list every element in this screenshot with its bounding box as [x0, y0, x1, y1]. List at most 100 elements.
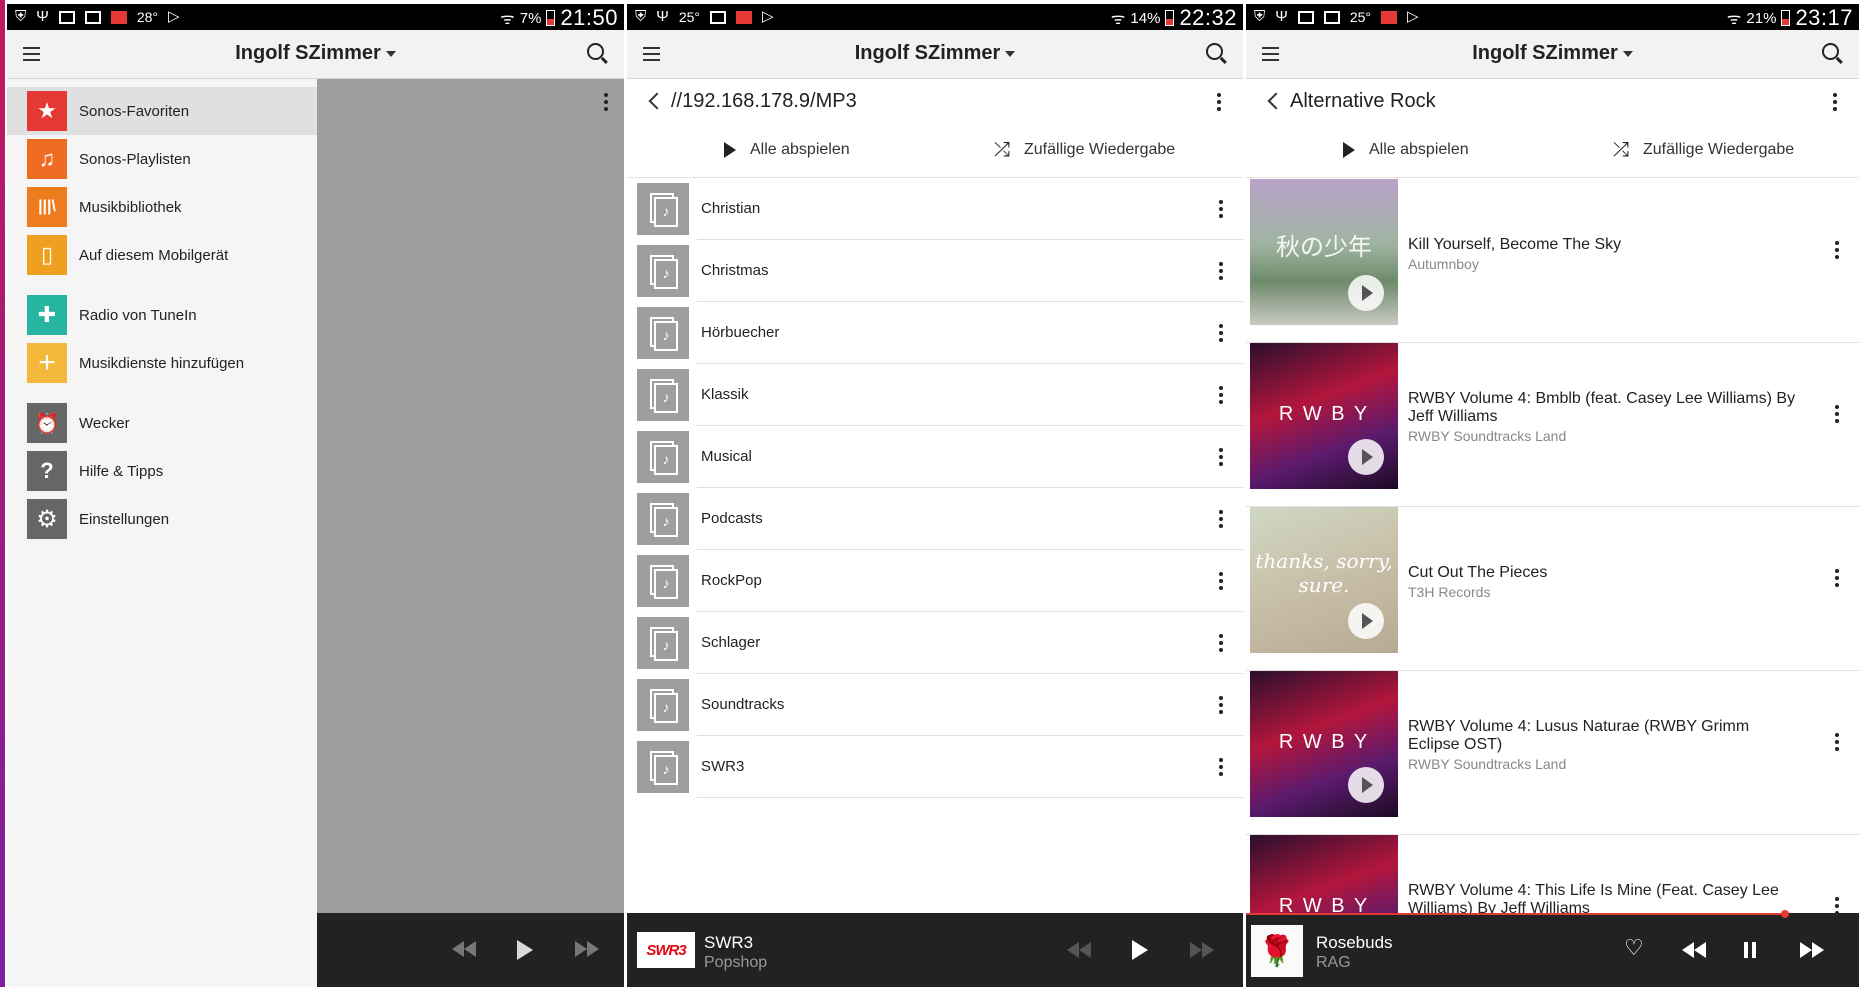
more-options-icon[interactable] [1217, 93, 1221, 111]
battery-percent: 21% [1746, 9, 1777, 27]
now-playing-bar [317, 913, 624, 987]
back-icon[interactable] [1267, 92, 1285, 110]
shuffle-button[interactable]: ⤮ Zufällige Wiedergabe [1613, 139, 1795, 161]
play-store-icon: ▷ [1406, 8, 1419, 25]
more-options-icon[interactable] [1835, 733, 1839, 751]
more-options-icon[interactable] [1835, 241, 1839, 259]
folder-icon: ♪ [637, 555, 689, 607]
folder-icon: ♪ [637, 741, 689, 793]
now-playing-bar[interactable]: 🌹 Rosebuds RAG ♡ [1246, 910, 1859, 987]
folder-row[interactable]: ♪ Christian [627, 178, 1243, 240]
folder-row[interactable]: ♪ Musical [627, 426, 1243, 488]
drawer-item-mobilgeraet[interactable]: ▯ Auf diesem Mobilgerät [7, 231, 317, 279]
play-store-icon: ▷ [167, 8, 180, 25]
temperature: 25° [678, 9, 700, 25]
play-button[interactable] [517, 940, 533, 960]
search-icon[interactable] [1206, 43, 1223, 60]
previous-button[interactable] [1067, 942, 1091, 958]
next-button[interactable] [575, 941, 599, 957]
folder-row[interactable]: ♪ Hörbuecher [627, 302, 1243, 364]
track-list: 秋の少年 Kill Yourself, Become The Sky Autum… [1246, 178, 1859, 913]
drawer-item-musikbibliothek[interactable]: |||\ Musikbibliothek [7, 183, 317, 231]
more-options-icon[interactable] [1219, 200, 1223, 218]
more-options-icon[interactable] [1835, 405, 1839, 423]
folder-row[interactable]: ♪ Christmas [627, 240, 1243, 302]
play-all-label: Alle abspielen [1369, 141, 1469, 158]
play-overlay-icon[interactable] [1348, 603, 1384, 639]
back-icon[interactable] [648, 92, 666, 110]
more-options-icon[interactable] [1833, 93, 1837, 111]
folder-row[interactable]: ♪ SWR3 [627, 736, 1243, 798]
drawer-item-sonos-playlisten[interactable]: ♫ Sonos-Playlisten [7, 135, 317, 183]
room-selector[interactable]: Ingolf SZimmer [627, 42, 1243, 65]
drawer-item-einstellungen[interactable]: ⚙ Einstellungen [7, 495, 317, 543]
image-icon [709, 10, 726, 24]
more-options-icon[interactable] [1835, 569, 1839, 587]
folder-row[interactable]: ♪ RockPop [627, 550, 1243, 612]
drawer-item-sonos-favoriten[interactable]: ★ Sonos-Favoriten [7, 87, 317, 135]
folder-row[interactable]: ♪ Schlager [627, 612, 1243, 674]
track-row[interactable]: R W B Y RWBY Volume 4: Lusus Naturae (RW… [1246, 670, 1859, 835]
folder-row[interactable]: ♪ Klassik [627, 364, 1243, 426]
play-overlay-icon[interactable] [1348, 275, 1384, 311]
album-art-text: R W B Y [1278, 731, 1370, 753]
shuffle-icon: ⤮ [1613, 139, 1629, 161]
clock: 22:32 [1179, 5, 1237, 30]
drawer-item-hilfe[interactable]: ? Hilfe & Tipps [7, 447, 317, 495]
folder-row[interactable]: ♪ Podcasts [627, 488, 1243, 550]
navigation-drawer: ★ Sonos-Favoriten ♫ Sonos-Playlisten |||… [7, 79, 317, 987]
room-selector[interactable]: Ingolf SZimmer [7, 42, 624, 65]
status-bar: ⛨ Ψ 28° ▷ ᯤ 7% 21:50 [7, 4, 624, 30]
status-bar: ⛨ Ψ 25° ▷ ᯤ 14% 22:32 [627, 4, 1243, 30]
pause-button[interactable] [1744, 942, 1756, 958]
more-options-icon[interactable] [1219, 262, 1223, 280]
play-all-button[interactable]: Alle abspielen [1343, 141, 1469, 159]
progress-handle[interactable] [1781, 910, 1790, 918]
heart-icon[interactable]: ♡ [1624, 935, 1644, 961]
more-options-icon[interactable] [1219, 510, 1223, 528]
more-options-icon[interactable] [1219, 572, 1223, 590]
more-options-icon[interactable] [1835, 897, 1839, 913]
library-icon: |||\ [27, 187, 67, 227]
folder-row[interactable]: ♪ Soundtracks [627, 674, 1243, 736]
play-all-button[interactable]: Alle abspielen [724, 141, 850, 159]
drawer-item-wecker[interactable]: ⏰ Wecker [7, 399, 317, 447]
play-overlay-icon[interactable] [1348, 767, 1384, 803]
more-options-icon[interactable] [1219, 448, 1223, 466]
search-icon[interactable] [587, 43, 604, 60]
more-options-icon[interactable] [1219, 696, 1223, 714]
more-options-icon[interactable] [1219, 634, 1223, 652]
now-playing-bar[interactable]: SWR3 SWR3 Popshop [627, 913, 1243, 987]
previous-button[interactable] [452, 941, 476, 957]
drawer-scrim[interactable] [317, 79, 624, 987]
drawer-item-tunein[interactable]: ✚ Radio von TuneIn [7, 291, 317, 339]
folder-icon: ♪ [637, 617, 689, 669]
drawer-item-label: Hilfe & Tipps [79, 462, 164, 480]
next-button[interactable] [1190, 942, 1214, 958]
progress-bar[interactable] [1246, 913, 1786, 915]
plus-icon: + [27, 343, 67, 383]
room-selector[interactable]: Ingolf SZimmer [1246, 42, 1859, 65]
track-row[interactable]: R W B Y RWBY Volume 4: This Life Is Mine… [1246, 834, 1859, 913]
play-overlay-icon[interactable] [1348, 439, 1384, 475]
drawer-item-musikdienste[interactable]: + Musikdienste hinzufügen [7, 339, 317, 387]
next-button[interactable] [1800, 942, 1824, 958]
track-row[interactable]: thanks, sorry, sure. Cut Out The Pieces … [1246, 506, 1859, 671]
search-icon[interactable] [1822, 43, 1839, 60]
shuffle-button[interactable]: ⤮ Zufällige Wiedergabe [994, 140, 1175, 160]
more-options-icon[interactable] [1219, 386, 1223, 404]
shield-icon: ⛨ [15, 8, 27, 25]
track-row[interactable]: 秋の少年 Kill Yourself, Become The Sky Autum… [1246, 178, 1859, 343]
app-toolbar: Ingolf SZimmer [1246, 30, 1859, 79]
email-icon [58, 10, 75, 24]
play-button[interactable] [1132, 940, 1148, 960]
shuffle-label: Zufällige Wiedergabe [1643, 141, 1795, 158]
room-name: Ingolf SZimmer [235, 42, 381, 64]
clock: 23:17 [1795, 5, 1853, 30]
more-options-icon[interactable] [604, 93, 608, 111]
track-row[interactable]: R W B Y RWBY Volume 4: Bmblb (feat. Case… [1246, 342, 1859, 507]
more-options-icon[interactable] [1219, 758, 1223, 776]
rose-icon: 🌹 [1258, 934, 1296, 968]
previous-button[interactable] [1682, 942, 1706, 958]
more-options-icon[interactable] [1219, 324, 1223, 342]
